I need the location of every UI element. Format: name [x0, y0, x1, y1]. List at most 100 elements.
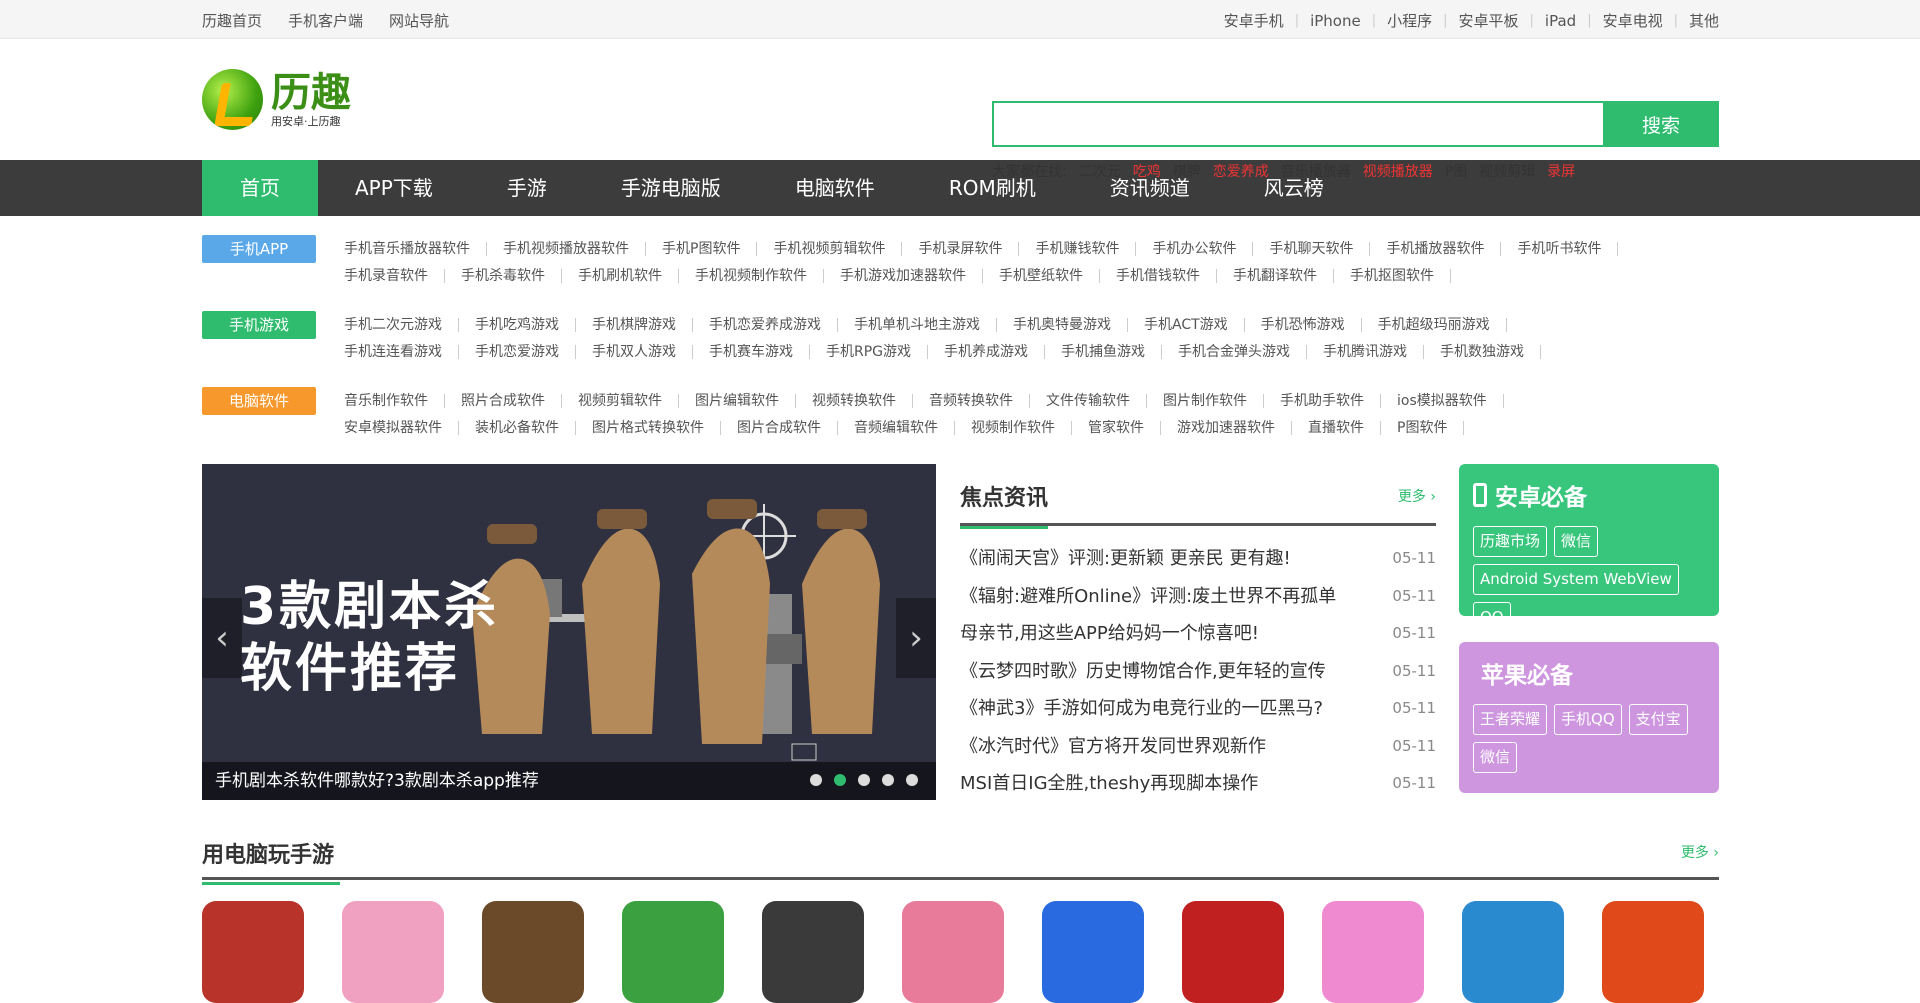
category-link[interactable]: 手机借钱软件 — [1116, 269, 1217, 283]
category-link[interactable]: 手机视频播放器软件 — [503, 242, 646, 256]
category-link[interactable]: 手机P图软件 — [662, 242, 758, 256]
platform-link[interactable]: iPad — [1545, 12, 1576, 30]
news-item[interactable]: 《闹闹天宫》评测:更新颖 更亲民 更有趣! 05-11 — [960, 540, 1436, 578]
category-link[interactable]: 安卓模拟器软件 — [344, 421, 459, 435]
category-link[interactable]: 手机恐怖游戏 — [1261, 318, 1362, 332]
news-title[interactable]: 《辐射:避难所Online》评测:废土世界不再孤单 — [960, 578, 1336, 616]
category-link[interactable]: 照片合成软件 — [461, 394, 562, 408]
category-link[interactable]: 音频编辑软件 — [854, 421, 955, 435]
category-link[interactable]: 手机音乐播放器软件 — [344, 242, 487, 256]
category-link[interactable]: 手机吃鸡游戏 — [475, 318, 576, 332]
category-link[interactable]: 手机刷机软件 — [578, 269, 679, 283]
category-link[interactable]: 手机播放器软件 — [1386, 242, 1502, 256]
game-icon[interactable] — [762, 901, 864, 1003]
category-link[interactable]: 手机RPG游戏 — [826, 345, 929, 359]
category-link[interactable]: 管家软件 — [1088, 421, 1161, 435]
platform-link[interactable]: iPhone — [1310, 12, 1361, 30]
game-icon[interactable] — [482, 901, 584, 1003]
category-link[interactable]: 手机奥特曼游戏 — [1013, 318, 1128, 332]
news-item[interactable]: 《神武3》手游如何成为电竞行业的一匹黑马? 05-11 — [960, 690, 1436, 728]
search-button[interactable]: 搜索 — [1603, 101, 1719, 147]
apple-app-tag[interactable]: 支付宝 — [1628, 704, 1688, 735]
category-link[interactable]: 图片制作软件 — [1163, 394, 1264, 408]
category-tag[interactable]: 手机游戏 — [202, 311, 316, 339]
category-link[interactable]: 手机录音软件 — [344, 269, 445, 283]
search-input[interactable] — [992, 101, 1603, 147]
news-title[interactable]: 母亲节,用这些APP给妈妈一个惊喜吧! — [960, 615, 1259, 653]
banner-dot[interactable] — [810, 774, 822, 786]
android-app-tag[interactable]: 微信 — [1554, 526, 1599, 557]
apple-app-tag[interactable]: 手机QQ — [1554, 704, 1622, 735]
top-link[interactable]: 网站导航 — [389, 10, 449, 31]
category-link[interactable]: 手机恋爱游戏 — [475, 345, 576, 359]
platform-link[interactable]: 安卓手机 — [1224, 10, 1284, 31]
banner-next-button[interactable]: › — [896, 598, 936, 678]
news-item[interactable]: 《辐射:避难所Online》评测:废土世界不再孤单 05-11 — [960, 578, 1436, 616]
apple-app-tag[interactable]: 王者荣耀 — [1473, 704, 1548, 735]
nav-item[interactable]: 首页 — [202, 160, 318, 216]
game-icon[interactable] — [1322, 901, 1424, 1003]
android-app-tag[interactable]: Android System WebView — [1473, 564, 1679, 595]
category-link[interactable]: 视频制作软件 — [971, 421, 1072, 435]
category-link[interactable]: 手机养成游戏 — [944, 345, 1046, 359]
news-item[interactable]: 母亲节,用这些APP给妈妈一个惊喜吧! 05-11 — [960, 615, 1436, 653]
top-link[interactable]: 手机客户端 — [288, 10, 363, 31]
nav-item[interactable]: APP下载 — [318, 160, 470, 216]
category-link[interactable]: 手机视频剪辑软件 — [773, 242, 903, 256]
hot-search-link[interactable]: 音乐播放器 — [1281, 161, 1351, 181]
category-link[interactable]: 手机棋牌游戏 — [592, 318, 693, 332]
hot-search-link[interactable]: P图 — [1445, 161, 1467, 181]
category-link[interactable]: 手机ACT游戏 — [1144, 318, 1245, 332]
nav-item[interactable]: 手游 — [470, 160, 584, 216]
category-link[interactable]: P图软件 — [1397, 421, 1465, 435]
hot-search-link[interactable]: 视频剪辑 — [1479, 161, 1535, 181]
category-link[interactable]: 手机捕鱼游戏 — [1061, 345, 1163, 359]
banner-dot[interactable] — [906, 774, 918, 786]
category-link[interactable]: 图片合成软件 — [737, 421, 838, 435]
game-icon[interactable] — [902, 901, 1004, 1003]
category-link[interactable]: 视频剪辑软件 — [578, 394, 679, 408]
category-link[interactable]: 装机必备软件 — [475, 421, 576, 435]
news-title[interactable]: 《冰汽时代》官方将开发同世界观新作 — [960, 728, 1266, 766]
pc-games-more-link[interactable]: 更多 › — [1681, 842, 1719, 862]
category-link[interactable]: 音乐制作软件 — [344, 394, 445, 408]
android-app-tag[interactable]: QQ — [1473, 602, 1511, 616]
banner-carousel[interactable]: 3款剧本杀 软件推荐 ‹ › 手机剧本杀软件哪款好?3款剧本杀app推荐 — [202, 464, 936, 800]
game-icon[interactable] — [1182, 901, 1284, 1003]
category-link[interactable]: 手机游戏加速器软件 — [840, 269, 983, 283]
game-icon[interactable] — [1462, 901, 1564, 1003]
category-link[interactable]: 手机合金弹头游戏 — [1178, 345, 1308, 359]
game-icon[interactable] — [202, 901, 304, 1003]
news-item[interactable]: 《云梦四时歌》历史博物馆合作,更年轻的宣传 05-11 — [960, 653, 1436, 691]
category-link[interactable]: 手机抠图软件 — [1350, 269, 1451, 283]
android-app-tag[interactable]: 历趣市场 — [1473, 526, 1548, 557]
category-link[interactable]: 手机视频制作软件 — [695, 269, 824, 283]
banner-prev-button[interactable]: ‹ — [202, 598, 242, 678]
platform-link[interactable]: 小程序 — [1387, 10, 1432, 31]
category-link[interactable]: 手机助手软件 — [1280, 394, 1381, 408]
game-icon[interactable] — [342, 901, 444, 1003]
category-link[interactable]: 手机壁纸软件 — [999, 269, 1100, 283]
news-title[interactable]: 《神武3》手游如何成为电竞行业的一匹黑马? — [960, 690, 1323, 728]
category-link[interactable]: 手机聊天软件 — [1269, 242, 1371, 256]
category-link[interactable]: 文件传输软件 — [1046, 394, 1147, 408]
hot-search-link[interactable]: 吃鸡 — [1133, 161, 1161, 181]
focus-news-more-link[interactable]: 更多 › — [1398, 486, 1436, 506]
category-link[interactable]: 手机双人游戏 — [592, 345, 693, 359]
hot-search-link[interactable]: 录屏 — [1547, 161, 1575, 181]
apple-app-tag[interactable]: 微信 — [1473, 742, 1518, 773]
category-link[interactable]: 音频转换软件 — [929, 394, 1030, 408]
category-link[interactable]: ios模拟器软件 — [1397, 394, 1504, 408]
platform-link[interactable]: 安卓平板 — [1459, 10, 1519, 31]
banner-dot[interactable] — [858, 774, 870, 786]
category-link[interactable]: 游戏加速器软件 — [1177, 421, 1292, 435]
nav-item[interactable]: 手游电脑版 — [584, 160, 758, 216]
category-link[interactable]: 图片格式转换软件 — [592, 421, 721, 435]
game-icon[interactable] — [1602, 901, 1704, 1003]
category-link[interactable]: 手机杀毒软件 — [461, 269, 562, 283]
banner-dot[interactable] — [882, 774, 894, 786]
hot-search-link[interactable]: 恋爱养成 — [1213, 161, 1269, 181]
news-title[interactable]: MSI首日IG全胜,theshy再现脚本操作 — [960, 765, 1258, 803]
category-tag[interactable]: 手机APP — [202, 235, 316, 263]
game-icon[interactable] — [622, 901, 724, 1003]
